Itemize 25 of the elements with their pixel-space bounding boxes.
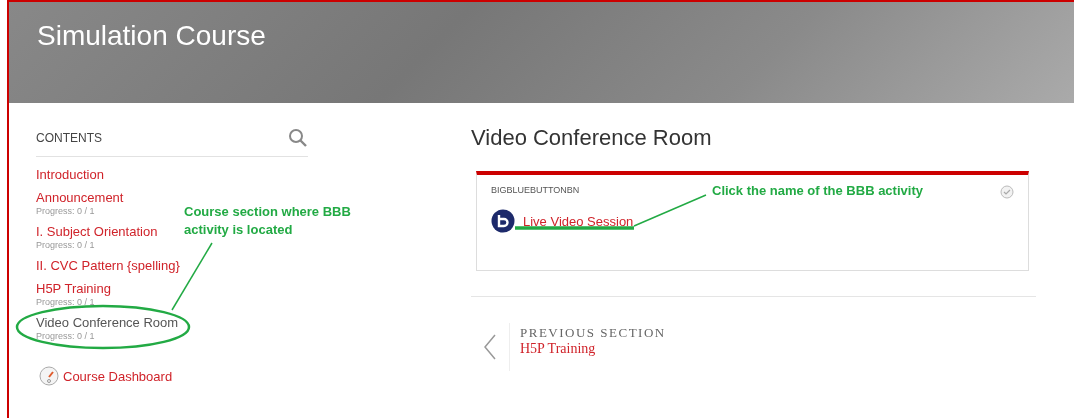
bigbluebutton-logo-icon	[491, 209, 515, 233]
progress-text: Progress: 0 / 1	[36, 240, 95, 251]
dashboard-link[interactable]: Course Dashboard	[63, 368, 173, 384]
progress-text: Progress: 0 / 1	[36, 206, 95, 217]
section-link[interactable]: Announcement	[36, 189, 124, 206]
activity-link[interactable]: Live Video Session	[523, 213, 634, 229]
contents-heading: CONTENTS	[36, 131, 102, 145]
section-link[interactable]: I. Subject Orientation	[36, 223, 158, 240]
completion-check-icon[interactable]	[1000, 185, 1014, 199]
activity-type: BIGBLUEBUTTONBN	[491, 185, 580, 197]
progress-text: Progress: 0 / 1	[36, 331, 95, 342]
annotation-text: Click the name of the BBB activity	[712, 183, 923, 198]
chevron-left-icon[interactable]	[483, 333, 497, 361]
previous-section-link[interactable]: H5P Training	[520, 341, 666, 357]
section-link[interactable]: H5P Training	[36, 280, 111, 297]
annotation-text: Course section where BBB activity is located	[184, 203, 352, 239]
previous-section-label: PREVIOUS SECTION	[520, 325, 666, 341]
gauge-icon	[39, 366, 59, 386]
progress-text: Progress: 0 / 1	[36, 297, 95, 308]
course-title: Simulation Course	[37, 20, 266, 52]
section-title: Video Conference Room	[471, 125, 713, 151]
search-icon[interactable]	[288, 128, 308, 148]
section-link[interactable]: Video Conference Room	[36, 314, 179, 331]
section-link[interactable]: Introduction	[36, 166, 104, 183]
section-link[interactable]: II. CVC Pattern {spelling}	[36, 257, 180, 274]
